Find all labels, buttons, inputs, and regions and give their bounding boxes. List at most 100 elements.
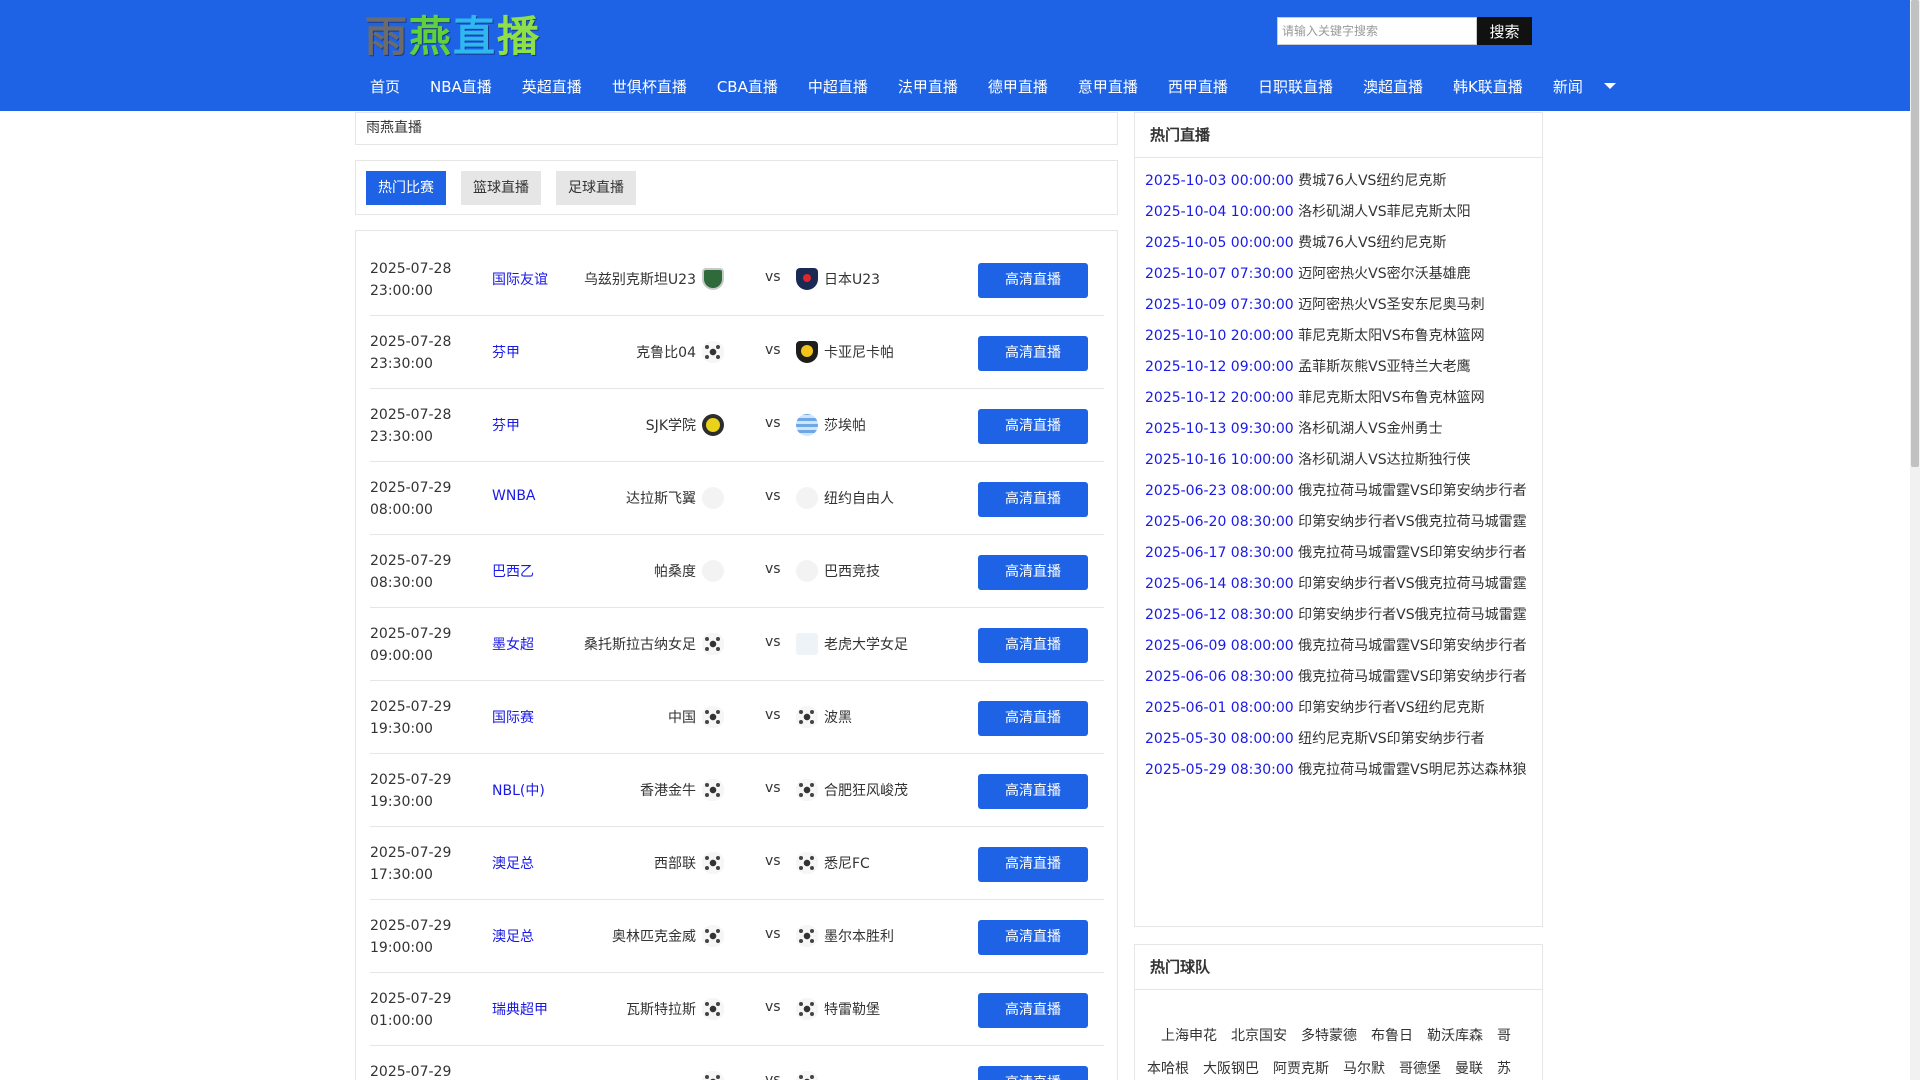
- team-link[interactable]: 勒沃库森: [1427, 1028, 1483, 1044]
- match-time: 2025-07-28 23:30:00: [370, 404, 470, 448]
- team-link[interactable]: 马尔默: [1343, 1061, 1385, 1077]
- away-team: 纽约自由人: [796, 487, 894, 509]
- hd-live-button[interactable]: 高清直播: [978, 555, 1088, 590]
- hot-live-item[interactable]: 2025-10-10 20:00:00 菲尼克斯太阳VS布鲁克林篮网: [1145, 325, 1485, 345]
- hot-live-item[interactable]: 2025-06-20 08:30:00 印第安纳步行者VS俄克拉荷马城雷霆: [1145, 511, 1527, 531]
- tab-hot-matches[interactable]: 热门比赛: [366, 171, 446, 205]
- nav-item-8[interactable]: 意甲直播: [1063, 76, 1153, 97]
- match-time: 2025-07-29 19:00:00: [370, 915, 470, 959]
- hd-live-button[interactable]: 高清直播: [978, 409, 1088, 444]
- tab-football[interactable]: 足球直播: [556, 171, 636, 205]
- hot-live-item[interactable]: 2025-06-12 08:30:00 印第安纳步行者VS俄克拉荷马城雷霆: [1145, 604, 1527, 624]
- hot-live-item[interactable]: 2025-10-07 07:30:00 迈阿密热火VS密尔沃基雄鹿: [1145, 263, 1471, 283]
- team-link[interactable]: 本哈根: [1147, 1061, 1189, 1077]
- search-input[interactable]: [1277, 17, 1477, 45]
- match-clock: 17:30:00: [370, 867, 433, 883]
- team-link[interactable]: 大阪钢巴: [1203, 1061, 1259, 1077]
- hot-live-item[interactable]: 2025-10-16 10:00:00 洛杉矶湖人VS达拉斯独行侠: [1145, 449, 1471, 469]
- nav-item-5[interactable]: 中超直播: [793, 76, 883, 97]
- hot-live-item[interactable]: 2025-10-12 09:00:00 孟菲斯灰熊VS亚特兰大老鹰: [1145, 356, 1471, 376]
- hot-live-item[interactable]: 2025-06-23 08:00:00 俄克拉荷马城雷霆VS印第安纳步行者: [1145, 480, 1527, 500]
- hd-live-button[interactable]: 高清直播: [978, 920, 1088, 955]
- hot-live-title-text: 迈阿密热火VS密尔沃基雄鹿: [1298, 266, 1471, 282]
- tab-basketball[interactable]: 篮球直播: [461, 171, 541, 205]
- hot-live-title-text: 俄克拉荷马城雷霆VS明尼苏达森林狼: [1298, 762, 1527, 778]
- hot-live-title-text: 孟菲斯灰熊VS亚特兰大老鹰: [1298, 359, 1471, 375]
- match-league-link[interactable]: 澳足总: [492, 926, 534, 946]
- match-time: 2025-07-29: [370, 1061, 470, 1080]
- team-link[interactable]: 哥德堡: [1399, 1061, 1441, 1077]
- hot-live-item[interactable]: 2025-06-09 08:00:00 俄克拉荷马城雷霆VS印第安纳步行者: [1145, 635, 1527, 655]
- hot-live-item[interactable]: 2025-05-29 08:30:00 俄克拉荷马城雷霆VS明尼苏达森林狼: [1145, 759, 1527, 779]
- team-link[interactable]: 苏: [1497, 1061, 1511, 1077]
- team-link[interactable]: 北京国安: [1231, 1028, 1287, 1044]
- match-league-link[interactable]: 芬甲: [492, 415, 520, 435]
- away-team: 莎埃帕: [796, 414, 866, 436]
- hot-live-item[interactable]: 2025-06-06 08:30:00 俄克拉荷马城雷霆VS印第安纳步行者: [1145, 666, 1527, 686]
- hd-live-button[interactable]: 高清直播: [978, 847, 1088, 882]
- nav-item-0[interactable]: 首页: [355, 76, 415, 97]
- site-logo[interactable]: 雨 燕 直 播: [365, 10, 541, 61]
- hd-live-button[interactable]: 高清直播: [978, 701, 1088, 736]
- match-league-link[interactable]: NBL(中): [492, 780, 545, 800]
- team-link[interactable]: 多特蒙德: [1301, 1028, 1357, 1044]
- match-league-link[interactable]: 墨女超: [492, 634, 534, 654]
- hot-live-title-text: 洛杉矶湖人VS菲尼克斯太阳: [1298, 204, 1471, 220]
- main-nav: 首页 NBA直播 英超直播 世俱杯直播 CBA直播 中超直播 法甲直播 德甲直播 意甲直播 西甲直…: [355, 70, 1616, 102]
- hd-live-button[interactable]: 高清直播: [978, 263, 1088, 298]
- hot-live-item[interactable]: 2025-10-09 07:30:00 迈阿密热火VS圣安东尼奥马刺: [1145, 294, 1485, 314]
- match-list: 2025-07-28 23:00:00 国际友谊 乌兹别克斯坦U23 vs 日本U23 高清…: [355, 230, 1118, 1080]
- away-team-logo-icon: [796, 414, 818, 436]
- hot-live-item[interactable]: 2025-06-01 08:00:00 印第安纳步行者VS纽约尼克斯: [1145, 697, 1485, 717]
- hot-live-item[interactable]: 2025-10-03 00:00:00 费城76人VS纽约尼克斯: [1145, 170, 1446, 190]
- home-team-name: 西部联: [654, 856, 696, 872]
- page-scrollbar[interactable]: [1910, 0, 1920, 1080]
- match-league-link[interactable]: 瑞典超甲: [492, 999, 548, 1019]
- hd-live-button[interactable]: 高清直播: [978, 336, 1088, 371]
- match-league-link[interactable]: 国际友谊: [492, 269, 548, 289]
- team-link[interactable]: 阿贾克斯: [1273, 1061, 1329, 1077]
- team-link[interactable]: 布鲁日: [1371, 1028, 1413, 1044]
- home-team-logo-icon: [702, 852, 724, 874]
- match-league-link[interactable]: WNBA: [492, 488, 536, 504]
- nav-item-9[interactable]: 西甲直播: [1153, 76, 1243, 97]
- nav-item-3[interactable]: 世俱杯直播: [597, 76, 702, 97]
- hd-live-button[interactable]: 高清直播: [978, 774, 1088, 809]
- hot-live-item[interactable]: 2025-06-17 08:30:00 俄克拉荷马城雷霆VS印第安纳步行者: [1145, 542, 1527, 562]
- home-team-name: 瓦斯特拉斯: [626, 1002, 696, 1018]
- nav-item-6[interactable]: 法甲直播: [883, 76, 973, 97]
- nav-item-1[interactable]: NBA直播: [415, 76, 507, 97]
- team-link[interactable]: 哥: [1497, 1028, 1511, 1044]
- match-league-link[interactable]: 巴西乙: [492, 561, 534, 581]
- hot-live-date: 2025-06-12 08:30:00: [1145, 607, 1294, 623]
- hd-live-button[interactable]: 高清直播: [978, 993, 1088, 1028]
- nav-item-2[interactable]: 英超直播: [507, 76, 597, 97]
- hot-live-item[interactable]: 2025-10-13 09:30:00 洛杉矶湖人VS金州勇士: [1145, 418, 1443, 438]
- match-league-link[interactable]: 国际赛: [492, 707, 534, 727]
- hd-live-button[interactable]: 高清直播: [978, 628, 1088, 663]
- hd-live-button[interactable]: 高清直播: [978, 1066, 1088, 1080]
- nav-item-12[interactable]: 韩K联直播: [1438, 76, 1538, 97]
- chevron-down-icon[interactable]: [1603, 83, 1616, 89]
- team-link[interactable]: 曼联: [1455, 1061, 1483, 1077]
- hot-live-item[interactable]: 2025-10-04 10:00:00 洛杉矶湖人VS菲尼克斯太阳: [1145, 201, 1471, 221]
- nav-item-7[interactable]: 德甲直播: [973, 76, 1063, 97]
- hot-live-title-text: 洛杉矶湖人VS达拉斯独行侠: [1298, 452, 1471, 468]
- hot-live-item[interactable]: 2025-06-14 08:30:00 印第安纳步行者VS俄克拉荷马城雷霆: [1145, 573, 1527, 593]
- nav-item-4[interactable]: CBA直播: [702, 76, 793, 97]
- hot-live-item[interactable]: 2025-10-05 00:00:00 费城76人VS纽约尼克斯: [1145, 232, 1446, 252]
- match-league-link[interactable]: 澳足总: [492, 853, 534, 873]
- match-league-link[interactable]: 芬甲: [492, 342, 520, 362]
- search-button[interactable]: 搜索: [1477, 17, 1532, 45]
- scrollbar-thumb[interactable]: [1911, 0, 1919, 467]
- team-link[interactable]: 上海申花: [1161, 1028, 1217, 1044]
- hot-live-item[interactable]: 2025-05-30 08:00:00 纽约尼克斯VS印第安纳步行者: [1145, 728, 1485, 748]
- hd-live-button[interactable]: 高清直播: [978, 482, 1088, 517]
- away-team-logo-icon: [796, 560, 818, 582]
- hot-live-item[interactable]: 2025-10-12 20:00:00 菲尼克斯太阳VS布鲁克林篮网: [1145, 387, 1485, 407]
- hot-live-title-text: 菲尼克斯太阳VS布鲁克林篮网: [1298, 328, 1485, 344]
- nav-item-10[interactable]: 日职联直播: [1243, 76, 1348, 97]
- nav-item-11[interactable]: 澳超直播: [1348, 76, 1438, 97]
- nav-item-13[interactable]: 新闻: [1538, 76, 1598, 97]
- match-time: 2025-07-28 23:00:00: [370, 258, 470, 302]
